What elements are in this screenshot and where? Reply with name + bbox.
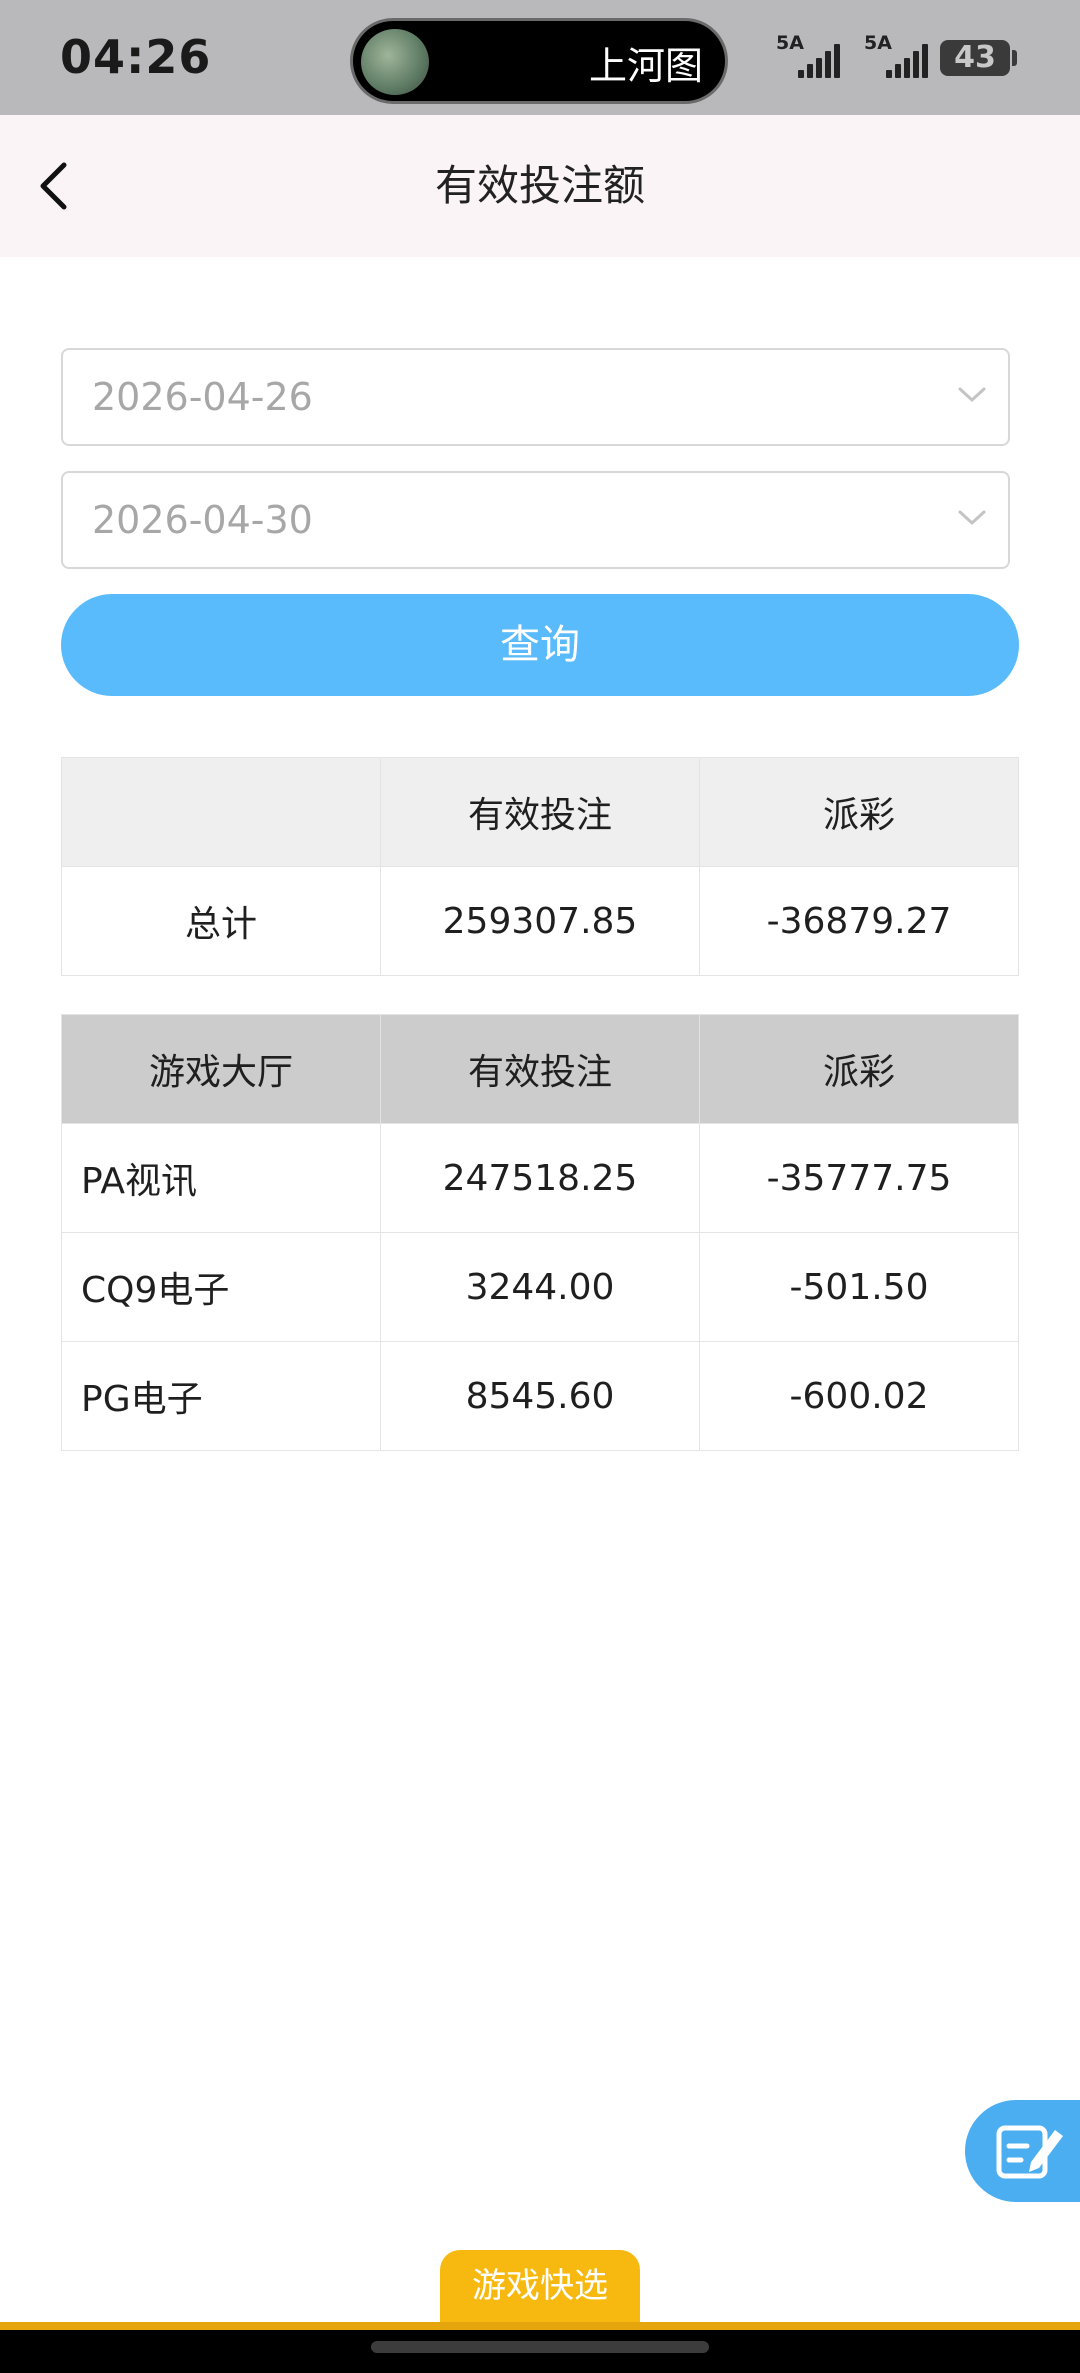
signal-label: 5A	[776, 32, 804, 54]
page-title: 有效投注额	[434, 161, 645, 210]
status-bar: 04:26 上河图 5A 5A 43	[0, 0, 1080, 115]
chevron-down-icon	[958, 387, 986, 402]
island-thumbnail	[361, 29, 429, 95]
dynamic-island[interactable]: 上河图	[350, 18, 728, 104]
edit-fab-button[interactable]	[965, 2100, 1080, 2202]
table-cell: 259307.85	[380, 866, 700, 976]
table-cell: PG电子	[61, 1341, 381, 1451]
summary-table: 有效投注 派彩 总计 259307.85 -36879.27	[61, 757, 1019, 976]
start-date-select[interactable]: 2026-04-26	[61, 348, 1010, 446]
table-cell: -35777.75	[699, 1123, 1019, 1233]
table-row[interactable]: PG电子 8545.60 -600.02	[61, 1341, 1019, 1451]
nav-bar: 有效投注额	[0, 115, 1080, 257]
table-cell: -501.50	[699, 1232, 1019, 1342]
table-row[interactable]: PA视讯 247518.25 -35777.75	[61, 1123, 1019, 1233]
column-header: 游戏大厅	[61, 1014, 381, 1124]
island-text: 上河图	[588, 44, 703, 88]
table-cell: 8545.60	[380, 1341, 700, 1451]
column-header: 派彩	[699, 757, 1019, 867]
table-cell: 3244.00	[380, 1232, 700, 1342]
table-header-row: 有效投注 派彩	[61, 757, 1019, 867]
table-cell: 总计	[61, 866, 381, 976]
edit-note-icon	[996, 2125, 1063, 2179]
table-header-row: 游戏大厅 有效投注 派彩	[61, 1014, 1019, 1124]
end-date-select[interactable]: 2026-04-30	[61, 471, 1010, 569]
start-date-value: 2026-04-26	[92, 375, 313, 419]
table-row[interactable]: CQ9电子 3244.00 -501.50	[61, 1232, 1019, 1342]
chevron-left-icon	[40, 162, 67, 210]
detail-table: 游戏大厅 有效投注 派彩 PA视讯 247518.25 -35777.75 CQ…	[61, 1014, 1019, 1451]
table-cell: PA视讯	[61, 1123, 381, 1233]
end-date-value: 2026-04-30	[92, 498, 313, 542]
query-button[interactable]: 查询	[61, 594, 1019, 696]
signal-label: 5A	[864, 32, 892, 54]
back-button[interactable]	[30, 159, 84, 213]
battery-icon: 43	[940, 40, 1010, 76]
battery-tip	[1012, 50, 1017, 66]
home-indicator[interactable]	[371, 2341, 709, 2353]
table-cell: -36879.27	[699, 866, 1019, 976]
table-cell: -600.02	[699, 1341, 1019, 1451]
column-header: 派彩	[699, 1014, 1019, 1124]
chevron-down-icon	[958, 510, 986, 525]
status-time: 04:26	[60, 30, 212, 84]
column-header	[61, 757, 381, 867]
bottom-accent-line	[0, 2322, 1080, 2330]
column-header: 有效投注	[380, 757, 700, 867]
battery-level: 43	[954, 40, 996, 75]
table-cell: CQ9电子	[61, 1232, 381, 1342]
game-quick-select-tab[interactable]: 游戏快选	[440, 2250, 640, 2326]
column-header: 有效投注	[380, 1014, 700, 1124]
table-cell: 247518.25	[380, 1123, 700, 1233]
table-row: 总计 259307.85 -36879.27	[61, 866, 1019, 976]
